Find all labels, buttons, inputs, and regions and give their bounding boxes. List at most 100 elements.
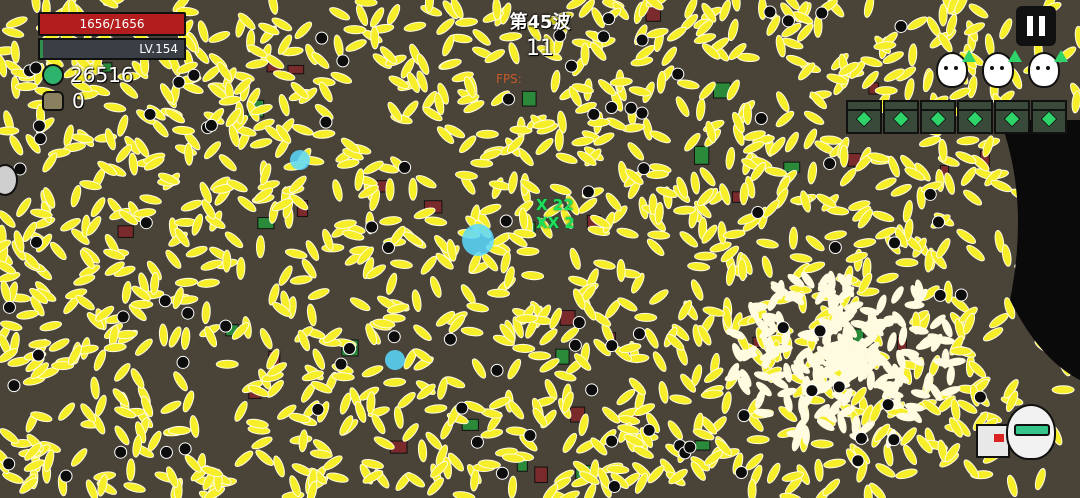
bullet [466,302,489,313]
enemy-orb [737,409,751,423]
bullet [437,377,448,400]
enemy-orb [854,431,868,445]
bullet [727,18,739,42]
upgrade-arrow-icon [1008,50,1022,62]
enemy-orb [311,402,325,416]
bullet [580,42,590,66]
wave-timer: 11 [526,36,554,61]
bullet [642,117,653,141]
bullet [805,235,825,252]
bullet [956,228,977,245]
bullet [875,463,896,478]
upgrade-arrow-icon [1054,50,1068,62]
xp-fill [40,40,43,58]
bullet [215,359,239,369]
bullet [9,134,24,156]
egg-eye [1000,66,1004,70]
bullet [789,253,813,263]
enemy-orb [933,288,947,302]
chest-icon[interactable] [846,100,882,134]
enemy-orb [181,306,195,320]
bullet [908,43,918,67]
enemy-orb [632,327,646,341]
bullet [675,96,690,117]
bullet [385,178,395,202]
bullet [14,82,38,92]
enemy-orb [597,30,611,44]
bullet [853,238,877,248]
bullet [649,289,669,305]
chest-icon[interactable] [1031,100,1067,134]
bullet [126,458,136,482]
bullet [661,46,678,66]
bullet [255,449,274,466]
bullet [332,179,343,202]
egg-eye [954,66,958,70]
bullet [201,301,211,325]
enemy-orb [187,68,201,82]
enemy-orb [315,31,329,45]
enemy-orb [888,236,902,250]
chest-icon[interactable] [883,100,919,134]
bullet [609,77,633,87]
enemy-orb [763,5,777,19]
bullet [702,306,725,317]
pause-button[interactable] [1016,6,1056,46]
bullet [413,324,432,341]
enemy-orb [501,92,515,106]
bullet [807,161,818,185]
bullet [130,368,145,389]
enemy-orb [59,469,73,483]
bullet [71,133,95,144]
enemy-orb [805,384,819,398]
enemy-orb [31,348,45,362]
bullet [284,248,308,259]
egg-upgrade-icon[interactable] [936,50,976,88]
enemy-orb [365,220,379,234]
enemy-orb [881,398,895,412]
enemy-orb [671,67,685,81]
bullet [408,177,418,201]
bullet [180,327,191,350]
bullet [479,203,502,216]
chest-icon[interactable] [957,100,993,134]
bullet [646,238,665,257]
bullet [803,128,818,150]
bullet [876,272,899,284]
bullet [291,123,314,136]
bullet [990,179,1012,193]
bullet [895,468,918,480]
bullet [48,338,70,352]
egg-upgrade-icon[interactable] [1028,50,1068,88]
bullet [415,175,437,189]
bullet [725,263,736,286]
bullet [904,78,915,101]
chest-icon[interactable] [994,100,1030,134]
bullet [666,26,687,42]
enemy-orb [334,357,348,371]
bullet [690,171,700,195]
bag-value: 0 [72,89,85,113]
egg-eye [944,66,948,70]
ground-debris [117,225,134,238]
bullet [549,183,572,196]
bullet [460,326,484,337]
bullet [696,98,706,121]
egg-upgrade-icon[interactable] [982,50,1022,88]
bullet [442,34,455,57]
bullet [956,136,980,146]
bullet [803,110,825,125]
bullet [963,189,983,206]
enemy-orb [490,363,504,377]
bullet [903,444,918,466]
bullet [487,288,510,298]
game-viewport[interactable]: 1656/1656 LV.154 26516 0 第45波 11 FPS: X … [0,0,1080,498]
enemy-orb [954,288,968,302]
bullet [403,21,427,32]
enemy-orb [973,390,987,404]
bullet [470,158,494,168]
bullet [222,249,232,273]
ground-debris [287,64,305,75]
chest-icon[interactable] [920,100,956,134]
bullet [756,238,779,249]
